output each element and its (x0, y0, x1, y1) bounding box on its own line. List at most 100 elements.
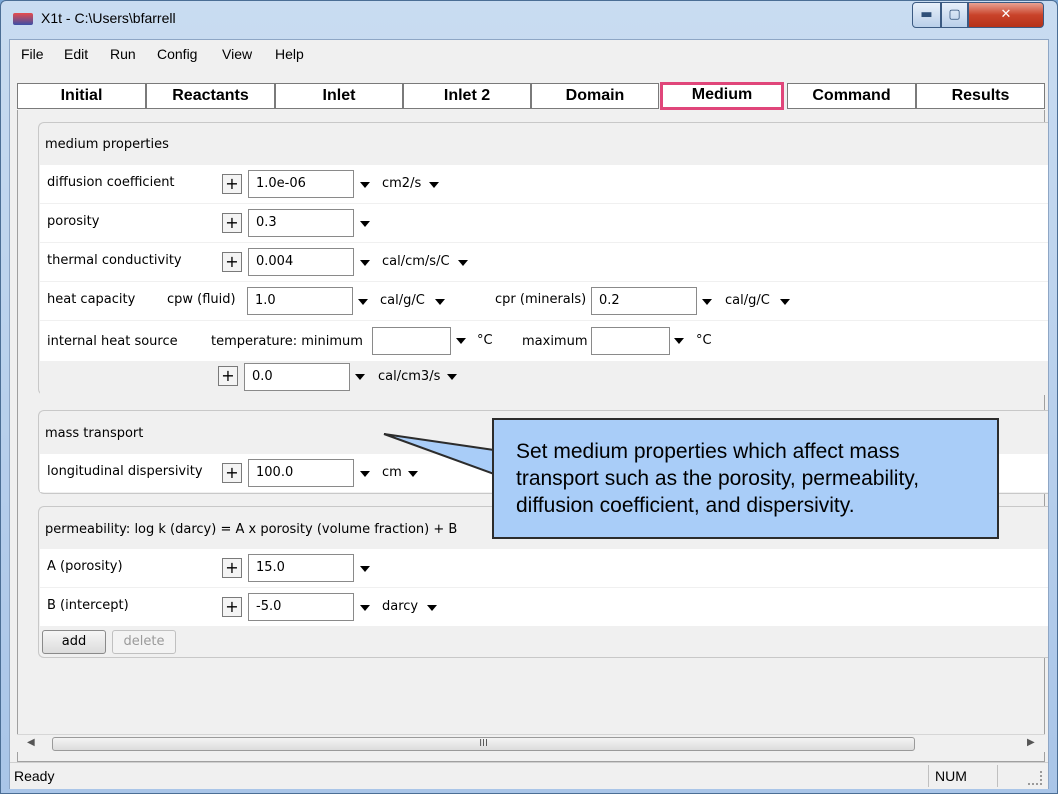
heat-source-label: internal heat source (47, 334, 178, 349)
thermal-plus-button[interactable]: + (222, 252, 242, 272)
b-unit-dropdown-icon[interactable] (427, 605, 437, 611)
dispersivity-dropdown-icon[interactable] (360, 471, 370, 477)
tab-initial[interactable]: Initial (17, 83, 146, 109)
app-icon (13, 13, 33, 25)
cpr-unit-dropdown-icon[interactable] (780, 299, 790, 305)
close-button[interactable]: ✕ (968, 2, 1044, 28)
row-porosity: porosity + 0.3 (40, 204, 1048, 242)
thermal-field[interactable]: 0.004 (248, 248, 354, 276)
a-field[interactable]: 15.0 (248, 554, 354, 582)
diffusion-unit-dropdown-icon[interactable] (429, 182, 439, 188)
temperature-max-unit: °C (696, 333, 712, 348)
menu-bar: File Edit Run Config View Help (10, 40, 1048, 70)
thermal-unit[interactable]: cal/cm/s/C (382, 254, 450, 269)
close-icon: ✕ (1000, 7, 1012, 22)
dispersivity-field[interactable]: 100.0 (248, 459, 354, 487)
cpw-unit[interactable]: cal/g/C (380, 293, 425, 308)
diffusion-plus-button[interactable]: + (222, 174, 242, 194)
tab-reactants[interactable]: Reactants (146, 83, 275, 109)
heat-source-unit-dropdown-icon[interactable] (447, 374, 457, 380)
num-indicator: NUM (935, 768, 967, 784)
row-permeability-b: B (intercept) + -5.0 darcy (40, 588, 1048, 626)
temperature-min-dropdown-icon[interactable] (456, 338, 466, 344)
horizontal-scrollbar[interactable]: ◀ III ▶ (17, 734, 1045, 752)
status-text: Ready (14, 768, 55, 784)
add-button[interactable]: add (42, 630, 106, 654)
diffusion-dropdown-icon[interactable] (360, 182, 370, 188)
group-title: medium properties (45, 137, 169, 152)
thermal-label: thermal conductivity (47, 253, 182, 268)
menu-config[interactable]: Config (157, 46, 197, 62)
scroll-left-icon[interactable]: ◀ (27, 737, 35, 748)
scroll-right-icon[interactable]: ▶ (1027, 737, 1035, 748)
menu-run[interactable]: Run (110, 46, 136, 62)
diffusion-unit[interactable]: cm2/s (382, 176, 421, 191)
cpr-unit[interactable]: cal/g/C (725, 293, 770, 308)
b-unit[interactable]: darcy (382, 599, 418, 614)
heat-source-plus-button[interactable]: + (218, 366, 238, 386)
tab-medium[interactable]: Medium (660, 82, 784, 110)
thermal-unit-dropdown-icon[interactable] (458, 260, 468, 266)
temperature-minimum-label: temperature: minimum (211, 334, 363, 349)
menu-help[interactable]: Help (275, 46, 304, 62)
b-plus-button[interactable]: + (222, 597, 242, 617)
title-bar[interactable]: X1t - C:\Users\bfarrell ▬ ▢ ✕ (1, 1, 1057, 37)
heat-source-unit[interactable]: cal/cm3/s (378, 369, 440, 384)
a-porosity-label: A (porosity) (47, 559, 123, 574)
num-indicator-box: NUM (928, 765, 998, 787)
porosity-dropdown-icon[interactable] (360, 221, 370, 227)
dispersivity-label: longitudinal dispersivity (47, 464, 203, 479)
menu-view[interactable]: View (222, 46, 252, 62)
window-title: X1t - C:\Users\bfarrell (41, 10, 176, 26)
tab-results[interactable]: Results (916, 83, 1045, 109)
tab-bar: Initial Reactants Inlet Inlet 2 Domain M… (17, 82, 1045, 110)
delete-button[interactable]: delete (112, 630, 176, 654)
callout-box: Set medium properties which affect mass … (492, 418, 999, 539)
b-dropdown-icon[interactable] (360, 605, 370, 611)
minimize-button[interactable]: ▬ (912, 2, 941, 28)
medium-properties-group: medium properties diffusion coefficient … (38, 122, 1048, 395)
temperature-maximum-label: maximum (522, 334, 588, 349)
temperature-min-unit: °C (477, 333, 493, 348)
a-dropdown-icon[interactable] (360, 566, 370, 572)
client-area: File Edit Run Config View Help Initial R… (9, 39, 1049, 789)
cpr-dropdown-icon[interactable] (702, 299, 712, 305)
row-heat-capacity: heat capacity cpw (fluid) 1.0 cal/g/C cp… (40, 282, 1048, 320)
porosity-field[interactable]: 0.3 (248, 209, 354, 237)
cpw-dropdown-icon[interactable] (358, 299, 368, 305)
cpw-label: cpw (fluid) (167, 292, 236, 307)
b-intercept-label: B (intercept) (47, 598, 129, 613)
tab-inlet-2[interactable]: Inlet 2 (403, 83, 531, 109)
cpr-field[interactable]: 0.2 (591, 287, 697, 315)
temperature-max-dropdown-icon[interactable] (674, 338, 684, 344)
b-field[interactable]: -5.0 (248, 593, 354, 621)
diffusion-field[interactable]: 1.0e-06 (248, 170, 354, 198)
menu-file[interactable]: File (21, 46, 44, 62)
maximize-icon: ▢ (948, 7, 961, 22)
diffusion-label: diffusion coefficient (47, 175, 175, 190)
group-title: permeability: log k (darcy) = A x porosi… (45, 522, 458, 537)
row-heat-source: internal heat source temperature: minimu… (40, 321, 1048, 395)
heat-source-field[interactable]: 0.0 (244, 363, 350, 391)
tab-inlet[interactable]: Inlet (275, 83, 403, 109)
cpw-unit-dropdown-icon[interactable] (435, 299, 445, 305)
a-plus-button[interactable]: + (222, 558, 242, 578)
resize-grip-icon[interactable] (1028, 771, 1042, 785)
heat-source-dropdown-icon[interactable] (355, 374, 365, 380)
menu-edit[interactable]: Edit (64, 46, 88, 62)
thermal-dropdown-icon[interactable] (360, 260, 370, 266)
temperature-max-field[interactable] (591, 327, 670, 355)
temperature-min-field[interactable] (372, 327, 451, 355)
callout-text: Set medium properties which affect mass … (516, 440, 920, 517)
row-permeability-a: A (porosity) + 15.0 (40, 549, 1048, 587)
scrollbar-thumb[interactable]: III (52, 737, 915, 751)
tab-domain[interactable]: Domain (531, 83, 659, 109)
heat-capacity-label: heat capacity (47, 292, 136, 307)
group-title: mass transport (45, 426, 144, 441)
porosity-label: porosity (47, 214, 100, 229)
cpw-field[interactable]: 1.0 (247, 287, 353, 315)
dispersivity-plus-button[interactable]: + (222, 463, 242, 483)
maximize-button[interactable]: ▢ (941, 2, 968, 28)
tab-command[interactable]: Command (787, 83, 916, 109)
porosity-plus-button[interactable]: + (222, 213, 242, 233)
